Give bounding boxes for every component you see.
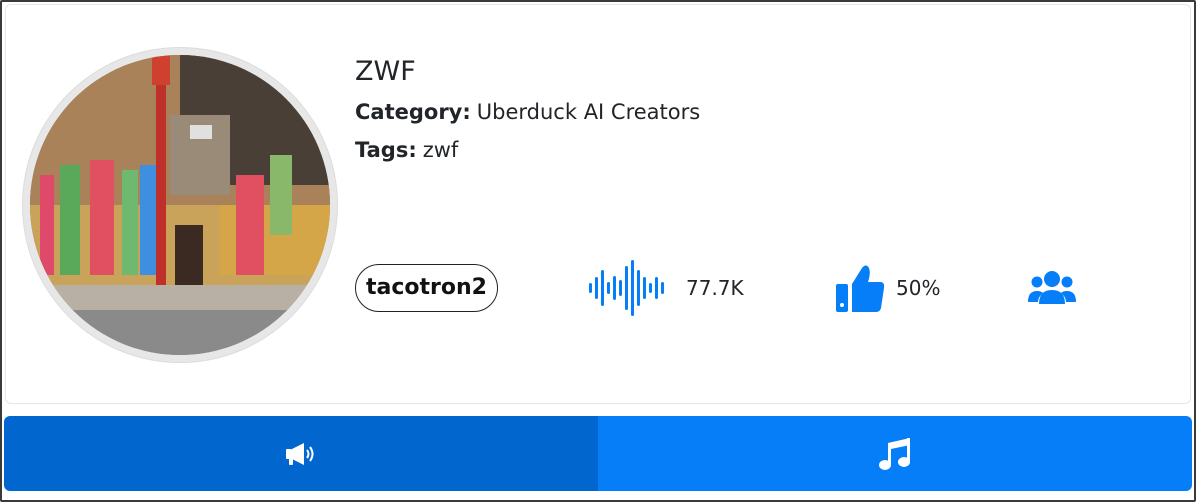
category-value: Uberduck AI Creators	[476, 100, 701, 124]
thumbs-up-icon	[836, 265, 884, 312]
megaphone-icon	[286, 442, 314, 465]
users-stat[interactable]	[1028, 270, 1076, 306]
tags-label: Tags:	[355, 138, 417, 162]
plays-count: 77.7K	[686, 276, 744, 300]
likes-stat: 50%	[836, 264, 940, 312]
avatar	[23, 48, 337, 362]
music-note-icon	[879, 437, 910, 470]
announce-button[interactable]	[4, 416, 598, 491]
creator-name: ZWF	[355, 56, 416, 87]
users-icon[interactable]	[1028, 270, 1076, 306]
likes-percent: 50%	[896, 276, 941, 300]
category-label: Category:	[355, 100, 471, 124]
music-button[interactable]	[598, 416, 1192, 491]
category-row: Category: Uberduck AI Creators	[355, 98, 700, 126]
plays-stat: 77.7K	[588, 260, 744, 316]
tags-value: zwf	[422, 138, 459, 162]
action-bar	[4, 416, 1192, 491]
avatar-image	[30, 55, 330, 355]
tags-row: Tags: zwf	[355, 136, 458, 164]
model-type-badge: tacotron2	[355, 264, 498, 312]
audio-waveform-icon	[589, 260, 664, 316]
